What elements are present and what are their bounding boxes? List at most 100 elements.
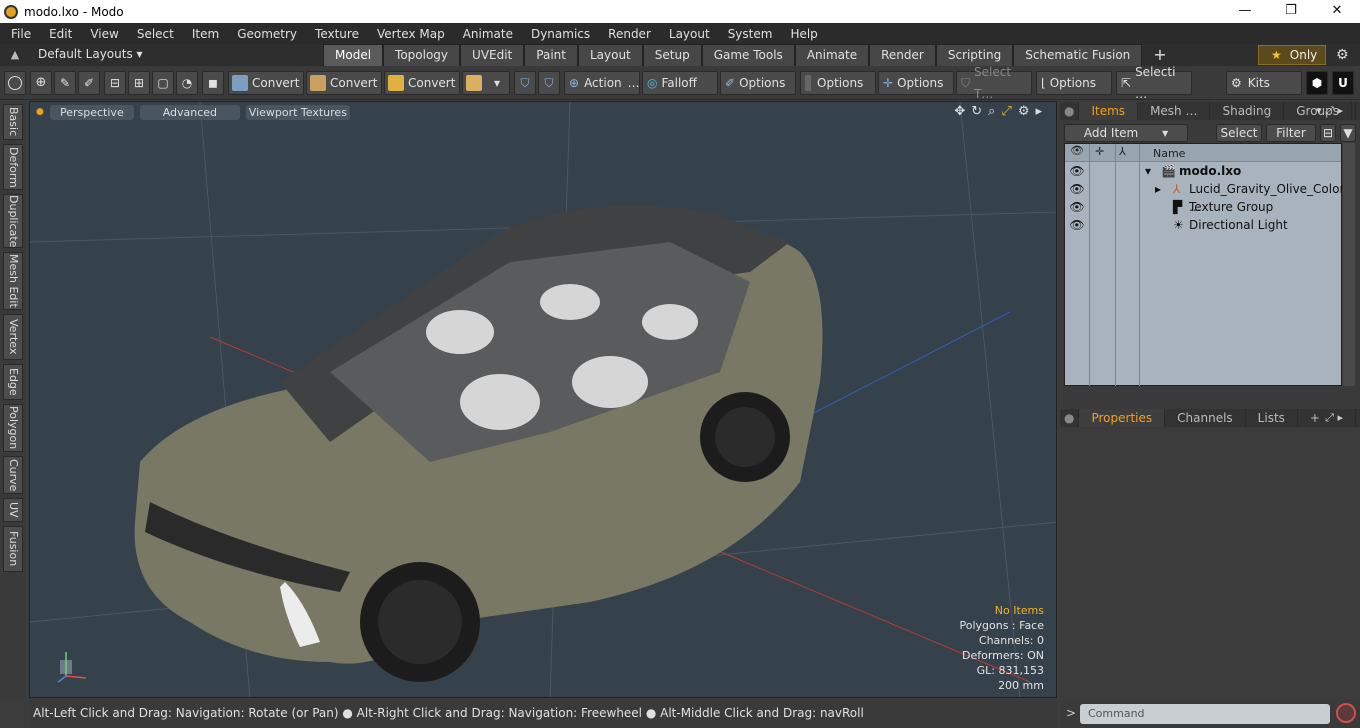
tab-shading[interactable]: Shading: [1210, 102, 1285, 120]
viewport-textures-dropdown[interactable]: Viewport Textures: [245, 104, 350, 120]
eye-icon[interactable]: 👁: [1065, 198, 1089, 216]
menu-system[interactable]: System: [717, 27, 780, 41]
maximize-button[interactable]: ❐: [1268, 0, 1314, 23]
advanced-dropdown[interactable]: Advanced: [139, 104, 240, 120]
pan-icon[interactable]: ✥: [954, 104, 965, 119]
collapse-arrow-icon[interactable]: ▲: [8, 48, 22, 62]
menu-vertex-map[interactable]: Vertex Map: [366, 27, 452, 41]
tab-game-tools[interactable]: Game Tools: [701, 44, 795, 66]
tree-row-modo-lxo[interactable]: 👁 ▾ 🎬 modo.lxo: [1065, 162, 1341, 180]
selection-button[interactable]: ⇱ Selecti …: [1116, 65, 1192, 101]
left-tab-edge[interactable]: Edge: [3, 364, 23, 400]
left-tab-uv[interactable]: UV: [3, 498, 23, 522]
zoom-icon[interactable]: ⌕: [988, 104, 995, 119]
tab-layout[interactable]: Layout: [577, 44, 643, 66]
command-input[interactable]: Command: [1080, 704, 1330, 724]
unreal-button[interactable]: U: [1332, 71, 1354, 95]
menu-select[interactable]: Select: [126, 27, 181, 41]
tab-channels[interactable]: Channels: [1165, 409, 1246, 427]
menu-file[interactable]: File: [0, 27, 38, 41]
viewport-gear-icon[interactable]: ⚙: [1018, 104, 1030, 119]
left-tab-polygon[interactable]: Polygon: [3, 404, 23, 452]
options-button-2[interactable]: Options: [800, 71, 876, 95]
only-toggle[interactable]: ★ Only: [1258, 45, 1326, 65]
convert-button-3[interactable]: Convert: [384, 71, 460, 95]
tab-lists[interactable]: Lists: [1246, 409, 1298, 427]
tree-row-mesh[interactable]: 👁 ▸ ⅄ Lucid_Gravity_Olive_Colore …: [1065, 180, 1352, 214]
menu-help[interactable]: Help: [779, 27, 824, 41]
left-tab-duplicate[interactable]: Duplicate: [3, 194, 23, 248]
left-tab-basic[interactable]: Basic: [3, 104, 23, 140]
tree-row-directional-light[interactable]: 👁 ☀ Directional Light: [1065, 216, 1341, 234]
pen-tool-button[interactable]: ✎: [54, 71, 76, 95]
brush-tool-button[interactable]: ✐: [78, 71, 100, 95]
funnel-icon[interactable]: ▼: [1340, 124, 1356, 142]
panel-expand-icon[interactable]: ▾ ⤢ ▸: [1304, 102, 1356, 120]
kits-button[interactable]: ⚙ Kits: [1226, 71, 1302, 95]
viewport-menu-arrow-icon[interactable]: ▸: [1035, 104, 1042, 119]
convert-button-2[interactable]: Convert: [306, 71, 382, 95]
name-column-header[interactable]: Name: [1153, 147, 1185, 160]
menu-edit[interactable]: Edit: [38, 27, 79, 41]
material-mode-button[interactable]: ◔: [176, 71, 198, 95]
menu-animate[interactable]: Animate: [452, 27, 520, 41]
tab-animate[interactable]: Animate: [794, 44, 870, 66]
select-globe-button[interactable]: ⊕: [30, 71, 52, 95]
minimize-button[interactable]: —: [1222, 0, 1268, 23]
tab-render[interactable]: Render: [869, 44, 936, 66]
left-tab-deform[interactable]: Deform: [3, 144, 23, 190]
filter-button[interactable]: Filter: [1266, 124, 1316, 142]
gear-icon[interactable]: ⚙: [1336, 47, 1349, 63]
eye-icon[interactable]: 👁: [1065, 216, 1089, 234]
perspective-dropdown[interactable]: Perspective: [49, 104, 134, 120]
options-button-4[interactable]: ⌊ Options: [1036, 71, 1112, 95]
cube-button[interactable]: ◼: [202, 71, 224, 95]
left-tab-vertex[interactable]: Vertex: [3, 314, 23, 360]
item-mode-button[interactable]: ▢: [152, 71, 174, 95]
default-layouts-dropdown[interactable]: Default Layouts ▾: [38, 47, 143, 61]
menu-dynamics[interactable]: Dynamics: [520, 27, 597, 41]
panel-expand-icon[interactable]: ⤢ ▸: [1313, 409, 1356, 427]
eye-icon[interactable]: 👁: [1065, 162, 1089, 180]
add-item-button[interactable]: Add Item ▾: [1064, 124, 1188, 142]
select-t-button[interactable]: ⛉ Select T…: [956, 65, 1032, 101]
action-button[interactable]: ⊕ Action…: [564, 71, 640, 95]
tab-uvedit[interactable]: UVEdit: [460, 44, 525, 66]
menu-geometry[interactable]: Geometry: [226, 27, 304, 41]
tab-topology[interactable]: Topology: [383, 44, 461, 66]
snapping-button[interactable]: ⛉: [538, 71, 560, 95]
collapse-list-icon[interactable]: ⊟: [1320, 124, 1336, 142]
menu-layout[interactable]: Layout: [658, 27, 717, 41]
eye-icon[interactable]: 👁: [1065, 180, 1089, 198]
convert-button-1[interactable]: Convert: [228, 71, 304, 95]
maximize-viewport-icon[interactable]: ⤢: [1001, 104, 1011, 119]
tab-model[interactable]: Model: [323, 44, 384, 66]
menu-item[interactable]: Item: [181, 27, 226, 41]
menu-texture[interactable]: Texture: [304, 27, 366, 41]
select-button[interactable]: Select: [1216, 124, 1262, 142]
tab-paint[interactable]: Paint: [524, 44, 578, 66]
falloff-button[interactable]: ◎ Falloff: [642, 71, 718, 95]
tab-mesh[interactable]: Mesh …: [1138, 102, 1211, 120]
left-tab-curve[interactable]: Curve: [3, 456, 23, 494]
expand-arrow-icon[interactable]: ▾: [1145, 162, 1151, 180]
left-tab-fusion[interactable]: Fusion: [3, 526, 23, 572]
menu-render[interactable]: Render: [597, 27, 658, 41]
symmetry-button[interactable]: ⛉: [514, 71, 536, 95]
expand-arrow-icon[interactable]: ▸: [1155, 180, 1161, 198]
menu-view[interactable]: View: [79, 27, 125, 41]
tab-items[interactable]: Items: [1079, 102, 1139, 120]
items-scrollbar[interactable]: [1343, 143, 1355, 386]
command-clear-icon[interactable]: [1336, 703, 1356, 723]
options-button-3[interactable]: ✛ Options: [878, 71, 954, 95]
unity-button[interactable]: ⬢: [1306, 71, 1328, 95]
rotate-icon[interactable]: ↻: [971, 104, 982, 119]
options-button-1[interactable]: ✐ Options: [720, 71, 796, 95]
edge-mode-button[interactable]: ⊟: [104, 71, 126, 95]
select-vertices-button[interactable]: [4, 71, 26, 95]
3d-viewport[interactable]: ● Perspective Advanced Viewport Textures…: [29, 101, 1057, 698]
tab-properties[interactable]: Properties: [1079, 409, 1166, 427]
tab-setup[interactable]: Setup: [642, 44, 702, 66]
mesh-dropdown-button[interactable]: ▾: [462, 71, 510, 95]
close-button[interactable]: ✕: [1314, 0, 1360, 23]
